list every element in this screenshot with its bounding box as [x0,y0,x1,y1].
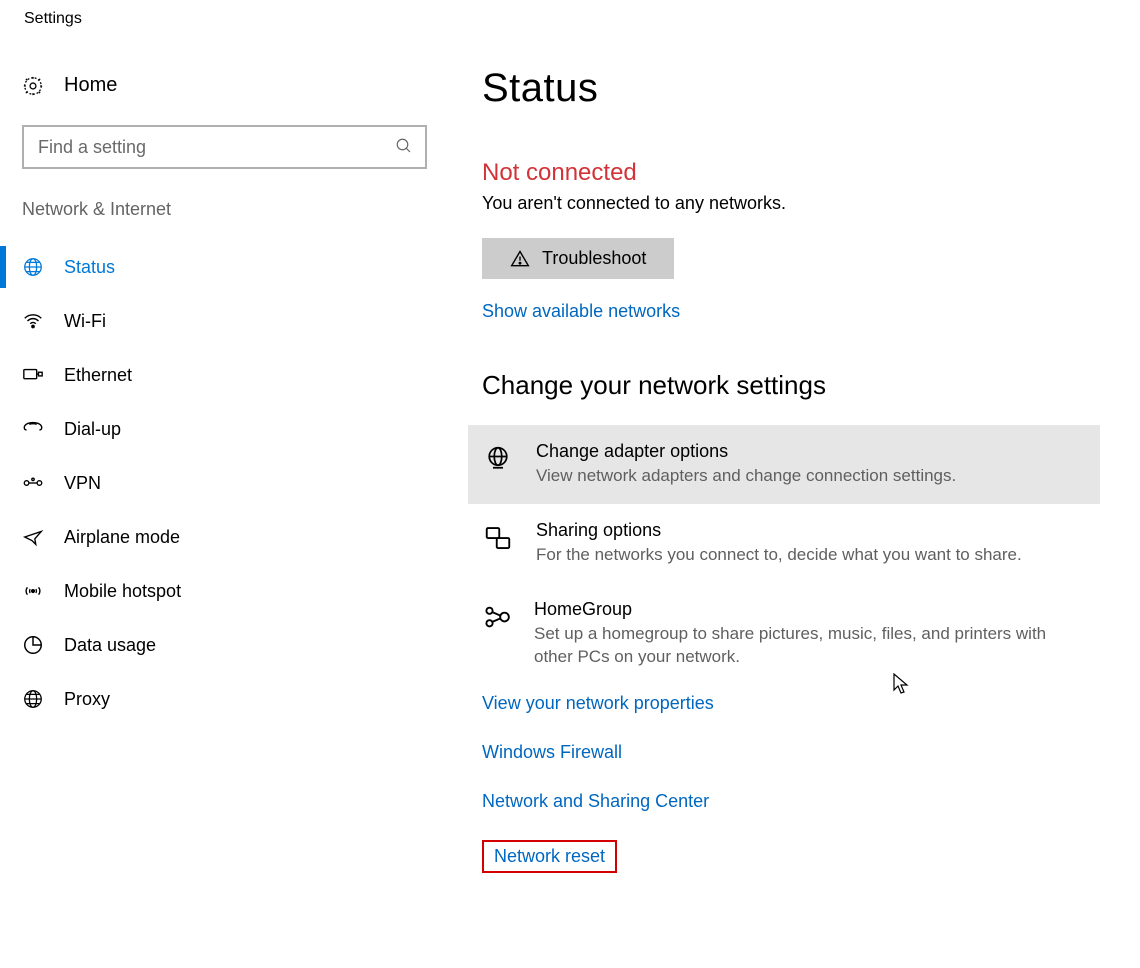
sidebar-item-hotspot[interactable]: Mobile hotspot [0,564,450,618]
show-networks-link[interactable]: Show available networks [482,301,680,322]
windows-firewall-link[interactable]: Windows Firewall [482,742,1100,763]
row-homegroup[interactable]: HomeGroup Set up a homegroup to share pi… [468,583,1100,686]
sidebar-item-label: VPN [64,473,101,494]
network-reset-link[interactable]: Network reset [494,846,605,867]
links-block: View your network properties Windows Fir… [482,693,1100,873]
row-sharing-options[interactable]: Sharing options For the networks you con… [468,504,1100,583]
sidebar-item-label: Status [64,257,115,278]
row-title: Change adapter options [536,441,956,462]
row-title: Sharing options [536,520,1022,541]
connection-status-msg: You aren't connected to any networks. [482,193,1100,214]
chart-icon [22,634,44,656]
view-network-properties-link[interactable]: View your network properties [482,693,1100,714]
sidebar-item-proxy[interactable]: Proxy [0,672,450,726]
troubleshoot-button[interactable]: Troubleshoot [482,238,674,279]
globe-icon [22,688,44,710]
gear-icon [22,75,44,97]
sidebar-item-vpn[interactable]: VPN [0,456,450,510]
sidebar-item-status[interactable]: Status [0,240,450,294]
airplane-icon [22,526,44,548]
sidebar-item-label: Data usage [64,635,156,656]
search-input[interactable] [22,125,427,169]
category-label: Network & Internet [0,199,450,240]
ethernet-icon [22,364,44,386]
phone-icon [22,418,44,440]
row-change-adapter[interactable]: Change adapter options View network adap… [468,425,1100,504]
page-title: Status [482,66,1100,111]
homegroup-icon [482,599,512,632]
sidebar-item-label: Mobile hotspot [64,581,181,602]
sidebar-item-label: Ethernet [64,365,132,386]
connection-status-title: Not connected [482,159,1100,187]
sidebar-item-label: Proxy [64,689,110,710]
home-label: Home [64,74,117,97]
sidebar-item-ethernet[interactable]: Ethernet [0,348,450,402]
sharing-icon [482,520,514,553]
network-sharing-center-link[interactable]: Network and Sharing Center [482,791,1100,812]
main-content: Status Not connected You aren't connecte… [450,66,1140,873]
sidebar-item-label: Dial-up [64,419,121,440]
troubleshoot-label: Troubleshoot [542,248,646,269]
warning-icon [510,249,530,269]
hotspot-icon [22,580,44,602]
globe-icon [22,256,44,278]
sidebar-item-home[interactable]: Home [0,66,450,105]
sidebar-item-datausage[interactable]: Data usage [0,618,450,672]
vpn-icon [22,472,44,494]
row-desc: Set up a homegroup to share pictures, mu… [534,622,1086,670]
sidebar-item-airplane[interactable]: Airplane mode [0,510,450,564]
row-title: HomeGroup [534,599,1086,620]
wifi-icon [22,310,44,332]
search-wrapper [22,125,427,169]
row-desc: View network adapters and change connect… [536,464,956,488]
change-settings-heading: Change your network settings [482,370,1100,401]
sidebar-item-dialup[interactable]: Dial-up [0,402,450,456]
adapter-icon [482,441,514,474]
sidebar: Home Network & Internet Status [0,66,450,873]
row-desc: For the networks you connect to, decide … [536,543,1022,567]
sidebar-item-label: Wi-Fi [64,311,106,332]
window-title: Settings [0,0,1140,28]
sidebar-item-label: Airplane mode [64,527,180,548]
network-reset-highlight: Network reset [482,840,617,873]
sidebar-item-wifi[interactable]: Wi-Fi [0,294,450,348]
